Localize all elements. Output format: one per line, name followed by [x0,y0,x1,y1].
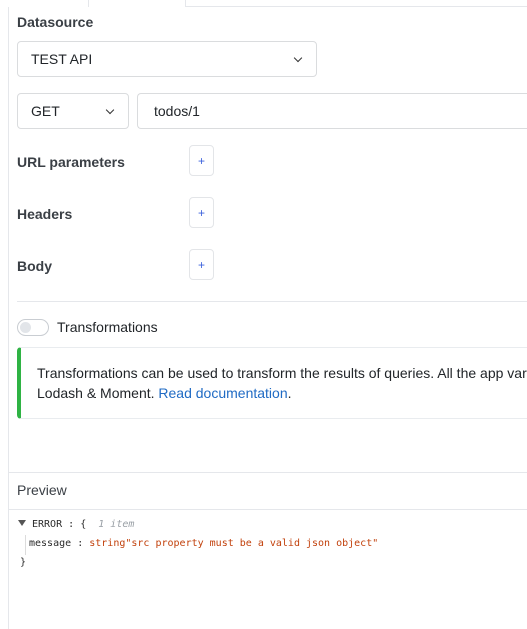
callout-trailing: . [287,385,292,401]
json-open-brace: { [80,519,87,530]
add-url-parameter-button[interactable]: + [189,145,214,176]
url-parameters-label: URL parameters [17,154,125,170]
tab-strip [8,0,527,7]
add-body-button[interactable]: + [189,249,214,280]
json-root-key: ERROR [32,519,63,530]
toggle-knob [20,322,31,333]
json-item-count: 1 item [98,519,135,530]
callout-line-2: Lodash & Moment. Read documentation. [37,383,527,403]
json-entry-type: string [89,538,126,549]
callout-text: Transformations can be used to transform… [37,363,527,403]
json-close-row: } [20,557,26,568]
section-divider [17,301,527,302]
json-indent-guide [25,535,26,555]
datasource-select[interactable]: TEST API [17,41,317,77]
preview-top-border [8,472,527,473]
chevron-down-icon [105,105,115,115]
caret-down-icon[interactable] [18,520,26,526]
preview-title: Preview [17,482,67,498]
datasource-selected-value: TEST API [31,51,93,67]
json-close-brace: } [20,557,27,568]
json-entry-value: "src property must be a valid json objec… [125,538,379,549]
read-documentation-link[interactable]: Read documentation [158,385,287,401]
json-root-row[interactable]: ERROR : { 1 item [18,519,134,530]
url-path-value: todos/1 [154,103,200,119]
callout-line-2-text: Lodash & Moment. [37,385,159,401]
url-path-input[interactable]: todos/1 [137,93,527,129]
chevron-down-icon [293,53,303,63]
http-method-select[interactable]: GET [17,93,129,129]
tab-second[interactable] [89,0,186,7]
add-header-button[interactable]: + [189,197,214,228]
datasource-label: Datasource [17,14,94,30]
json-entry-colon: : [77,538,84,549]
panel-left-border [8,0,9,629]
json-colon: : [68,519,75,530]
tab-first[interactable] [8,0,89,7]
http-method-value: GET [31,103,60,119]
transformations-label: Transformations [57,319,158,335]
headers-label: Headers [17,206,73,222]
body-label: Body [17,258,52,274]
callout-line-1: Transformations can be used to transform… [37,365,527,381]
preview-header-border [8,509,527,510]
json-entry-key: message [29,538,72,549]
transformations-info-callout: Transformations can be used to transform… [17,347,527,419]
transformations-toggle[interactable] [17,319,49,336]
json-entry-row: message : string"src property must be a … [29,538,378,549]
